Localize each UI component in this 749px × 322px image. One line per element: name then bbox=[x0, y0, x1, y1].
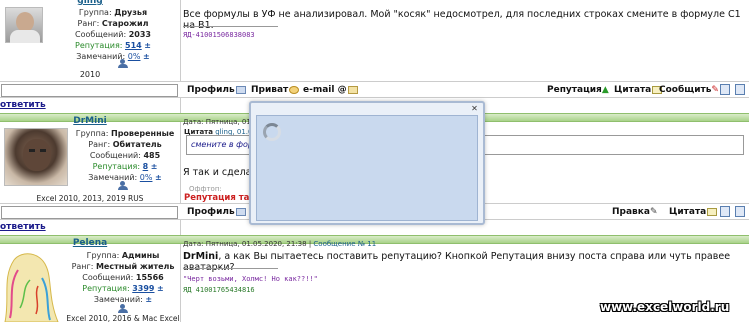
quote-button[interactable]: Цитата bbox=[614, 85, 663, 95]
report-button[interactable]: Сообщить✎ bbox=[659, 85, 719, 95]
move-down-icon[interactable] bbox=[735, 206, 745, 217]
reply-box[interactable] bbox=[1, 84, 178, 97]
users-icon[interactable] bbox=[118, 181, 128, 190]
rep-link[interactable]: 514 bbox=[125, 41, 142, 50]
signature-divider bbox=[183, 26, 278, 27]
quote-icon bbox=[707, 207, 718, 216]
private-icon bbox=[289, 85, 300, 94]
move-up-icon[interactable] bbox=[720, 206, 730, 217]
post2-software: Excel 2010, 2013, 2019 RUS bbox=[36, 194, 144, 203]
avatar bbox=[0, 248, 66, 322]
edit-button[interactable]: Правка✎ bbox=[612, 207, 657, 217]
loading-panel bbox=[256, 115, 478, 221]
remarks-plus-icon[interactable]: ± bbox=[155, 173, 162, 182]
post3-signature-quote: "Черт возьми, Холмс! Но как??!!" bbox=[183, 275, 318, 283]
reputation-button[interactable]: Репутация▲ bbox=[547, 85, 609, 95]
post3-date: Дата: Пятница, 01.05.2020, 21:38 | Сообщ… bbox=[183, 240, 377, 248]
rep-link[interactable]: 8 bbox=[143, 162, 149, 171]
signature-divider bbox=[183, 268, 278, 269]
report-icon: ✎ bbox=[711, 85, 719, 95]
users-icon[interactable] bbox=[118, 304, 128, 313]
offtop-label[interactable]: Оффтоп: bbox=[189, 185, 222, 193]
post1-text: Все формулы в УФ не анализировал. Мой "к… bbox=[183, 9, 741, 31]
post1-actions-bar: Профиль Приват e-mail @ Репутация▲ Цитат… bbox=[0, 81, 749, 98]
avatar bbox=[4, 128, 68, 186]
close-icon[interactable]: ✕ bbox=[470, 104, 479, 113]
email-icon bbox=[347, 85, 358, 94]
users-icon[interactable] bbox=[118, 59, 128, 68]
profile-icon bbox=[235, 85, 246, 94]
profile-icon bbox=[235, 207, 246, 216]
post2-nick[interactable]: DrMini bbox=[0, 116, 180, 126]
watermark: www.excelworld.ru bbox=[600, 300, 730, 314]
post1-year: 2010 bbox=[79, 70, 101, 79]
profile-button[interactable]: Профиль bbox=[187, 207, 246, 217]
rep-plus-icon[interactable]: ± bbox=[144, 41, 151, 50]
post3-nick[interactable]: Pelena bbox=[0, 238, 180, 248]
reply-link[interactable]: ответить bbox=[0, 100, 46, 110]
rep-plus-icon[interactable]: ± bbox=[151, 162, 158, 171]
post3-signature-wallet: ЯД 41001765434816 bbox=[183, 286, 255, 294]
rep-plus-icon[interactable]: ± bbox=[157, 284, 164, 293]
move-down-icon[interactable] bbox=[735, 84, 745, 95]
email-button[interactable]: e-mail @ bbox=[303, 85, 358, 95]
post1-userinfo: Группа: Друзья Ранг: Старожил Сообщений:… bbox=[75, 8, 151, 61]
profile-button[interactable]: Профиль bbox=[187, 85, 246, 95]
loading-dialog: ✕ bbox=[249, 101, 485, 225]
move-up-icon[interactable] bbox=[720, 84, 730, 95]
edit-icon: ✎ bbox=[649, 207, 658, 217]
remarks-plus-icon[interactable]: ± bbox=[145, 295, 152, 304]
post1-nick[interactable]: gling bbox=[0, 0, 180, 6]
post3-text: DrMini, а как Вы пытаетесь поставить реп… bbox=[183, 251, 731, 273]
reputation-up-icon: ▲ bbox=[601, 85, 609, 95]
loading-spinner-icon bbox=[263, 123, 281, 141]
post1-signature: ЯД-41001506838083 bbox=[183, 31, 255, 39]
post2-userinfo: Группа: Проверенные Ранг: Обитатель Сооб… bbox=[75, 129, 175, 182]
post3-userinfo: Группа: Админы Ранг: Местный житель Сооб… bbox=[71, 251, 175, 304]
private-button[interactable]: Приват bbox=[251, 85, 300, 95]
quote-button[interactable]: Цитата bbox=[669, 207, 718, 217]
rep-link[interactable]: 3399 bbox=[132, 284, 154, 293]
reply-link[interactable]: ответить bbox=[0, 222, 46, 232]
post3-software: Excel 2010, 2016 & Mac Excel bbox=[66, 314, 180, 322]
message-number-link[interactable]: Сообщение № 11 bbox=[313, 240, 376, 248]
remarks-plus-icon[interactable]: ± bbox=[143, 52, 150, 61]
avatar bbox=[5, 7, 43, 43]
reply-box[interactable] bbox=[1, 206, 178, 219]
